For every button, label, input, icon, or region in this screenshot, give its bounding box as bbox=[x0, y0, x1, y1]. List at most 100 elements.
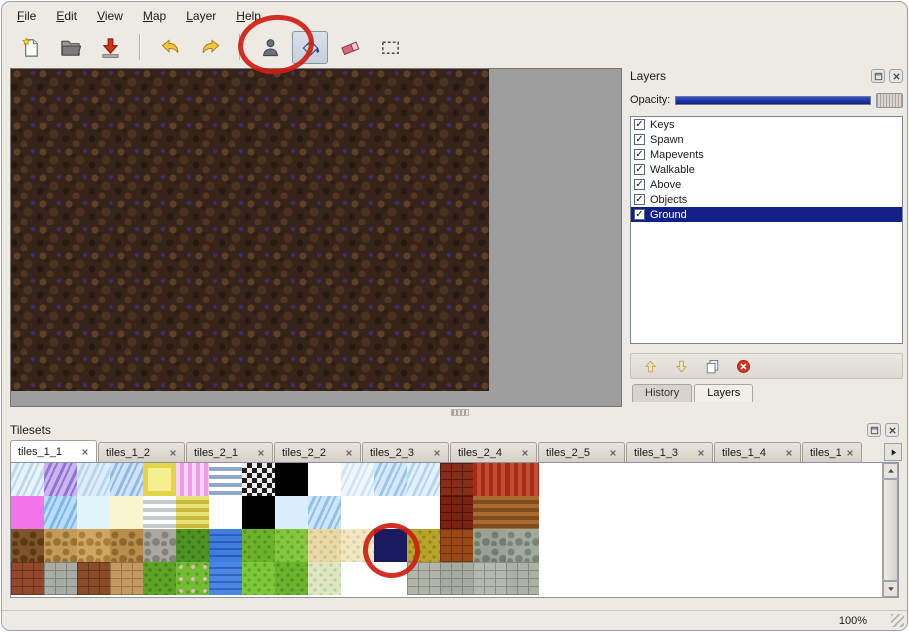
close-tab-icon[interactable] bbox=[609, 449, 617, 457]
tileset-tab-tiles_2_2[interactable]: tiles_2_2 bbox=[274, 442, 361, 462]
redo-button[interactable] bbox=[192, 31, 228, 64]
tile[interactable] bbox=[242, 463, 275, 496]
close-tab-icon[interactable] bbox=[81, 448, 89, 456]
tile[interactable] bbox=[176, 529, 209, 562]
menu-view[interactable]: View bbox=[88, 6, 132, 26]
raise-layer-button[interactable] bbox=[639, 356, 661, 376]
tile[interactable] bbox=[242, 562, 275, 595]
tileset-tab-tiles_2_3[interactable]: tiles_2_3 bbox=[362, 442, 449, 462]
layer-row-objects[interactable]: ✓Objects bbox=[631, 192, 902, 207]
tile[interactable] bbox=[143, 463, 176, 496]
close-tilesets-panel-button[interactable] bbox=[885, 423, 899, 437]
tileset-tab-tiles_1_1[interactable]: tiles_1_1 bbox=[10, 440, 97, 462]
tile[interactable] bbox=[11, 496, 44, 529]
tileset-tab-tiles_2_4[interactable]: tiles_2_4 bbox=[450, 442, 537, 462]
tile[interactable] bbox=[209, 562, 242, 595]
tile[interactable] bbox=[506, 562, 539, 595]
layer-row-mapevents[interactable]: ✓Mapevents bbox=[631, 147, 902, 162]
close-tab-icon[interactable] bbox=[257, 449, 265, 457]
layer-visibility-checkbox[interactable]: ✓ bbox=[634, 209, 645, 220]
tile[interactable] bbox=[143, 529, 176, 562]
close-tab-icon[interactable] bbox=[697, 449, 705, 457]
tile[interactable] bbox=[308, 529, 341, 562]
tile[interactable] bbox=[440, 496, 473, 529]
tile[interactable] bbox=[242, 529, 275, 562]
tile[interactable] bbox=[143, 496, 176, 529]
tile[interactable] bbox=[44, 562, 77, 595]
tile[interactable] bbox=[176, 496, 209, 529]
tile[interactable] bbox=[374, 529, 407, 562]
tile[interactable] bbox=[110, 496, 143, 529]
tile[interactable] bbox=[275, 562, 308, 595]
eraser-tool-button[interactable] bbox=[332, 31, 368, 64]
layer-row-keys[interactable]: ✓Keys bbox=[631, 117, 902, 132]
tile[interactable] bbox=[77, 496, 110, 529]
menu-help[interactable]: Help bbox=[227, 6, 270, 26]
tile[interactable] bbox=[77, 463, 110, 496]
close-tab-icon[interactable] bbox=[169, 449, 177, 457]
tile[interactable] bbox=[308, 496, 341, 529]
layer-visibility-checkbox[interactable]: ✓ bbox=[634, 164, 645, 175]
layer-visibility-checkbox[interactable]: ✓ bbox=[634, 149, 645, 160]
layer-row-above[interactable]: ✓Above bbox=[631, 177, 902, 192]
tile[interactable] bbox=[209, 496, 242, 529]
sprite-tool-button[interactable] bbox=[252, 31, 288, 64]
tile[interactable] bbox=[407, 463, 440, 496]
resize-grip[interactable] bbox=[891, 614, 904, 627]
tileset-tab-tiles_1_3[interactable]: tiles_1_3 bbox=[626, 442, 713, 462]
tile[interactable] bbox=[110, 562, 143, 595]
close-tab-icon[interactable] bbox=[345, 449, 353, 457]
tileset-tab-tiles_1[interactable]: tiles_1 bbox=[802, 442, 862, 462]
tile[interactable] bbox=[44, 463, 77, 496]
tileset-tab-tiles_2_1[interactable]: tiles_2_1 bbox=[186, 442, 273, 462]
map-view[interactable] bbox=[11, 69, 489, 391]
tile[interactable] bbox=[440, 463, 473, 496]
tile[interactable] bbox=[275, 529, 308, 562]
tile[interactable] bbox=[209, 529, 242, 562]
open-map-button[interactable] bbox=[52, 31, 88, 64]
tile[interactable] bbox=[374, 496, 407, 529]
tile[interactable] bbox=[506, 529, 539, 562]
close-tab-icon[interactable] bbox=[433, 449, 441, 457]
detach-tilesets-panel-button[interactable] bbox=[867, 423, 881, 437]
tile[interactable] bbox=[341, 529, 374, 562]
tile[interactable] bbox=[473, 463, 506, 496]
select-tool-button[interactable] bbox=[372, 31, 408, 64]
tile[interactable] bbox=[407, 529, 440, 562]
tile[interactable] bbox=[110, 463, 143, 496]
tile[interactable] bbox=[275, 463, 308, 496]
tile[interactable] bbox=[209, 463, 242, 496]
layer-visibility-checkbox[interactable]: ✓ bbox=[634, 179, 645, 190]
undo-button[interactable] bbox=[152, 31, 188, 64]
tile[interactable] bbox=[506, 463, 539, 496]
tile[interactable] bbox=[473, 496, 506, 529]
tileset-tab-tiles_1_4[interactable]: tiles_1_4 bbox=[714, 442, 801, 462]
layer-visibility-checkbox[interactable]: ✓ bbox=[634, 194, 645, 205]
tile[interactable] bbox=[44, 529, 77, 562]
delete-layer-button[interactable] bbox=[732, 356, 754, 376]
tile[interactable] bbox=[176, 562, 209, 595]
lower-layer-button[interactable] bbox=[670, 356, 692, 376]
scrollbar-thumb[interactable] bbox=[883, 479, 898, 581]
new-map-button[interactable] bbox=[12, 31, 48, 64]
tile[interactable] bbox=[275, 496, 308, 529]
tile[interactable] bbox=[110, 529, 143, 562]
layer-row-ground[interactable]: ✓Ground bbox=[631, 207, 902, 222]
tile[interactable] bbox=[407, 562, 440, 595]
tileset-tab-tiles_2_5[interactable]: tiles_2_5 bbox=[538, 442, 625, 462]
tileset-tab-tiles_1_2[interactable]: tiles_1_2 bbox=[98, 442, 185, 462]
tile[interactable] bbox=[440, 529, 473, 562]
splitter-handle[interactable] bbox=[451, 409, 469, 416]
scroll-up-button[interactable] bbox=[883, 463, 898, 479]
tile[interactable] bbox=[143, 562, 176, 595]
layer-row-walkable[interactable]: ✓Walkable bbox=[631, 162, 902, 177]
menu-edit[interactable]: Edit bbox=[47, 6, 86, 26]
tile[interactable] bbox=[11, 463, 44, 496]
tab-layers[interactable]: Layers bbox=[694, 384, 753, 402]
tile[interactable] bbox=[44, 496, 77, 529]
tile[interactable] bbox=[473, 529, 506, 562]
tile[interactable] bbox=[242, 496, 275, 529]
close-tab-icon[interactable] bbox=[846, 449, 854, 457]
menu-layer[interactable]: Layer bbox=[177, 6, 225, 26]
opacity-slider-handle[interactable] bbox=[876, 93, 903, 108]
